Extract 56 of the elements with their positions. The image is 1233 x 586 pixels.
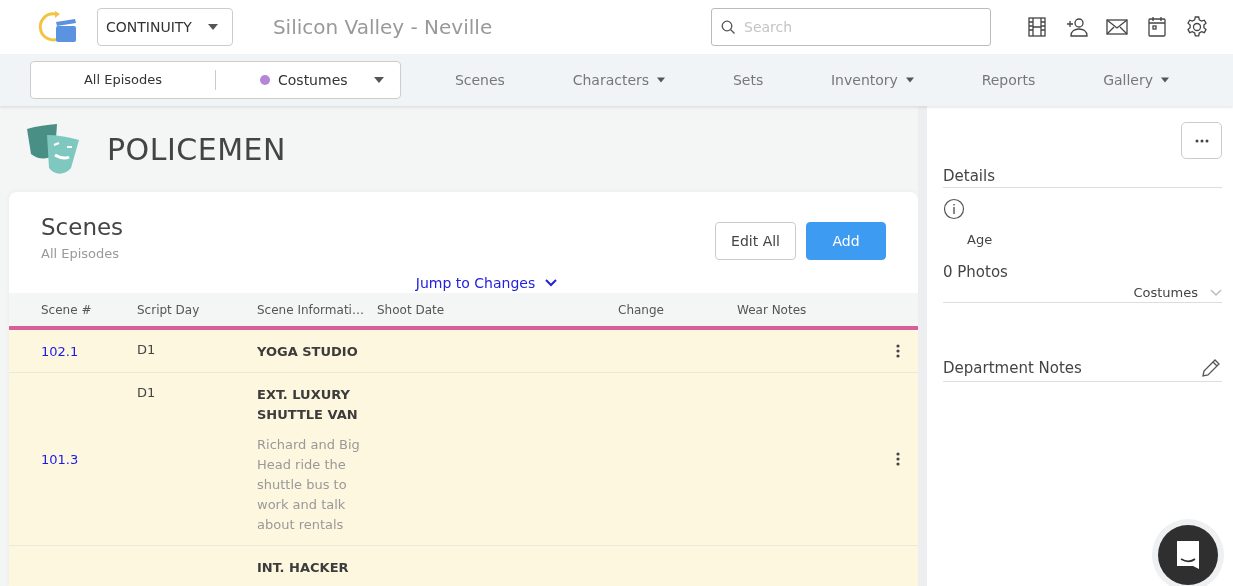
photos-heading: 0 Photos [943,263,1009,281]
caret-icon [905,77,914,83]
theater-masks-icon [25,123,81,175]
field-label: Age [967,232,994,247]
info-icon [943,198,965,220]
nav-item[interactable]: Gallery [1103,72,1170,88]
nav-item[interactable]: Scenes [454,72,505,88]
search-field[interactable]: Search [711,8,991,46]
edit-all-button[interactable]: Edit All [715,222,796,260]
scene-number-link[interactable]: 101.3 [41,451,137,467]
chevron-down-icon [1210,288,1222,297]
card-subtitle: All Episodes [41,246,121,261]
pencil-icon[interactable] [1200,357,1222,379]
jump-to-changes-link[interactable]: Jump to Changes [415,275,536,291]
chevron-down-icon [545,279,558,287]
scene-heading: EXT. LUXURY SHUTTLE VAN [257,386,359,424]
column-header[interactable]: Shoot Date [377,302,618,317]
department-dropdown[interactable]: Costumes [216,62,400,98]
scene-description: Richard and Big Head ride the shuttle bus to work and talk about rentals [257,436,361,534]
column-header[interactable]: Change [618,302,737,317]
film-strip-icon[interactable] [1025,15,1049,39]
nav-item[interactable]: Inventory [831,72,914,88]
nav-item[interactable]: Sets [732,72,764,88]
settings-icon[interactable] [1185,15,1209,39]
nav-item[interactable]: Reports [981,72,1036,88]
scene-heading: YOGA STUDIO [257,343,359,361]
more-vertical-icon[interactable] [896,452,900,466]
module-dropdown[interactable]: CONTINUITY [97,8,233,46]
column-header[interactable]: Scene Informati… [257,302,377,317]
app-logo-icon [38,10,78,44]
project-title: Silicon Valley - Neville [272,15,494,39]
caret-icon [1161,77,1170,83]
more-horizontal-icon [1194,138,1209,143]
chat-icon [1174,539,1202,571]
department-notes-heading: Department Notes [943,359,1082,377]
calendar-icon[interactable] [1145,15,1169,39]
scene-heading: INT. HACKER [257,559,350,577]
more-vertical-icon[interactable] [896,344,900,358]
character-name: POLICEMEN [107,131,286,167]
caret-icon [374,77,384,83]
scene-number-link[interactable]: 102.1 [41,343,137,359]
caret-icon [657,77,666,83]
card-title: Scenes [41,214,125,240]
add-person-icon[interactable] [1065,15,1089,39]
chat-button[interactable] [1158,525,1218,585]
column-header[interactable]: Script Day [137,302,257,317]
column-header[interactable]: Wear Notes [737,302,878,317]
search-icon [721,20,735,34]
details-heading: Details [943,167,995,185]
caret-icon [207,24,218,30]
episode-filter[interactable]: All Episodes [31,70,216,90]
column-header[interactable]: Scene # [41,302,137,317]
nav-item[interactable]: Characters [572,72,666,88]
script-day-cell-text: D1 [137,341,157,357]
photos-filter-dropdown[interactable]: Costumes [1133,285,1222,300]
script-day-cell-text: D1 [137,384,157,400]
